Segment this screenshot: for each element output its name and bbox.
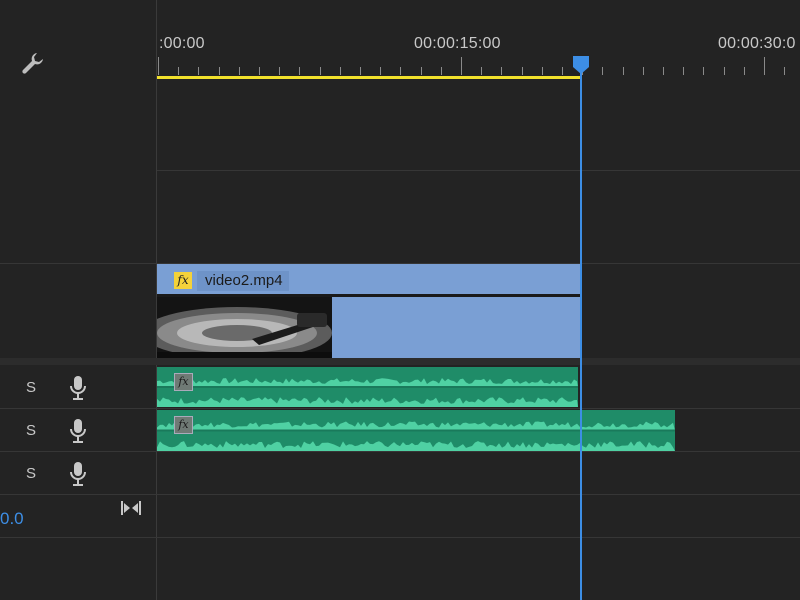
- ruler-tick: [380, 67, 382, 75]
- ruler-tick: [764, 57, 765, 75]
- ruler-tick: [743, 67, 745, 75]
- fx-badge[interactable]: fx: [174, 272, 192, 289]
- solo-button[interactable]: S: [26, 465, 36, 482]
- video-clip[interactable]: fx video2.mp4: [157, 264, 581, 358]
- clip-separator: [157, 294, 581, 297]
- audio-clip[interactable]: fx: [157, 410, 675, 451]
- work-area-bar[interactable]: [157, 76, 580, 79]
- ruler-tick: [440, 67, 442, 75]
- ruler-tick: [259, 67, 260, 75]
- ruler-tick: [642, 67, 644, 75]
- playhead-handle[interactable]: [571, 55, 591, 75]
- audio-clip[interactable]: fx: [157, 367, 578, 407]
- ruler-tick: [461, 57, 462, 75]
- fx-badge[interactable]: fx: [174, 373, 193, 391]
- audio-waveform: [157, 367, 578, 407]
- ruler-tick: [602, 67, 604, 75]
- ruler-tick: [521, 67, 523, 75]
- solo-button[interactable]: S: [26, 422, 36, 439]
- ruler-tick: [299, 67, 301, 75]
- solo-button[interactable]: S: [26, 379, 36, 396]
- ruler-tick: [178, 67, 180, 75]
- audio-waveform: [157, 410, 675, 451]
- ruler-tick: [400, 67, 402, 75]
- wrench-icon[interactable]: [20, 50, 46, 81]
- ruler-tick: [622, 67, 624, 75]
- microphone-icon[interactable]: [70, 375, 86, 406]
- track-divider: [157, 170, 800, 171]
- track-divider: [0, 537, 800, 538]
- timecode-label: 00:00:30:0: [718, 35, 796, 52]
- ruler-tick: [198, 67, 200, 75]
- ruler-tick: [703, 67, 705, 75]
- ruler-tick: [218, 67, 220, 75]
- ruler-tick: [723, 67, 725, 75]
- track-divider: [0, 451, 800, 452]
- ruler-tick: [158, 57, 159, 75]
- microphone-icon[interactable]: [70, 461, 86, 492]
- track-divider: [0, 494, 800, 495]
- ruler-tick: [683, 67, 685, 75]
- ruler-tick: [238, 67, 240, 75]
- ruler-tick: [663, 67, 664, 75]
- master-volume-value[interactable]: 0.0: [0, 509, 24, 529]
- ruler-tick: [481, 67, 483, 75]
- ruler-tick: [541, 67, 543, 75]
- ruler-tick: [339, 67, 341, 75]
- playhead-line[interactable]: [580, 58, 582, 600]
- clip-thumbnail: [157, 297, 332, 358]
- clip-name: video2.mp4: [197, 271, 289, 291]
- track-divider: [0, 408, 800, 409]
- fx-badge[interactable]: fx: [174, 416, 193, 434]
- timecode-label: :00:00: [159, 35, 205, 52]
- fit-to-width-icon[interactable]: [120, 499, 142, 522]
- ruler-tick: [420, 67, 422, 75]
- ruler-tick: [279, 67, 281, 75]
- ruler-tick: [319, 67, 321, 75]
- timecode-label: 00:00:15:00: [414, 35, 501, 52]
- ruler-tick: [562, 67, 563, 75]
- ruler-tick: [784, 67, 786, 75]
- microphone-icon[interactable]: [70, 418, 86, 449]
- video-audio-divider: [0, 358, 800, 365]
- time-ruler[interactable]: :00:00 00:00:15:00 00:00:30:0: [157, 0, 800, 82]
- ruler-tick: [501, 67, 503, 75]
- ruler-tick: [360, 67, 361, 75]
